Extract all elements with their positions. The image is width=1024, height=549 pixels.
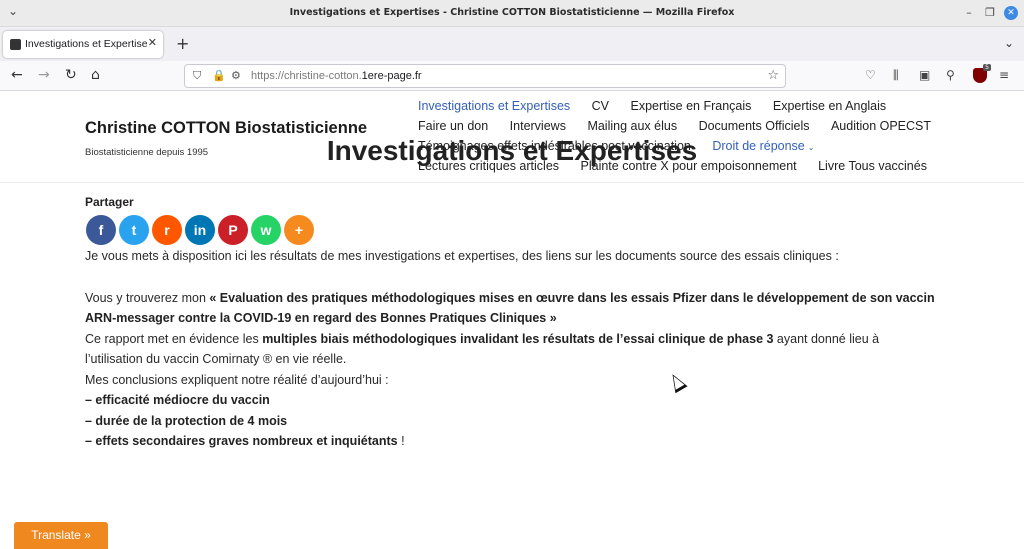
menu-item-interviews[interactable]: Interviews bbox=[510, 119, 566, 133]
article-content: Je vous mets à disposition ici les résul… bbox=[85, 246, 940, 452]
conclusions-text: Mes conclusions expliquent notre réalité… bbox=[85, 372, 389, 387]
conclusion-item: – efficacité médiocre du vaccin bbox=[85, 393, 270, 407]
restore-icon[interactable]: ❐ bbox=[983, 6, 997, 20]
tab-active[interactable]: Investigations et Expertises - Christine… bbox=[3, 31, 163, 58]
window-titlebar: ⌄ Investigations et Expertises - Christi… bbox=[0, 0, 1024, 27]
report-title: « Evaluation des pratiques méthodologiqu… bbox=[85, 290, 935, 326]
facebook-share-button[interactable]: f bbox=[86, 215, 116, 245]
menu-item-don[interactable]: Faire un don bbox=[418, 119, 488, 133]
pocket-icon[interactable]: ♡ bbox=[865, 68, 876, 82]
list-tabs-icon[interactable]: ⌄ bbox=[1004, 36, 1014, 50]
new-tab-button[interactable]: + bbox=[176, 34, 189, 53]
lock-icon[interactable]: 🔒 bbox=[212, 69, 226, 82]
translate-button[interactable]: Translate » bbox=[14, 522, 108, 549]
linkedin-share-button[interactable]: in bbox=[185, 215, 215, 245]
extensions-icon[interactable]: ⚲ bbox=[946, 68, 955, 82]
menu-row: Investigations et Expertises CV Expertis… bbox=[418, 99, 928, 119]
conclusion-item: – effets secondaires graves nombreux et … bbox=[85, 434, 405, 448]
tab-bar: Investigations et Expertises - Christine… bbox=[0, 27, 1024, 61]
navigation-toolbar: ← → ↻ ⌂ ⛉ 🔒 ⚙ https://christine-cotton.1… bbox=[0, 61, 1024, 91]
pinterest-share-button[interactable]: P bbox=[218, 215, 248, 245]
menu-item-mailing[interactable]: Mailing aux élus bbox=[587, 119, 677, 133]
back-icon[interactable]: ← bbox=[11, 67, 23, 83]
permissions-icon[interactable]: ⚙ bbox=[231, 69, 241, 82]
conclusion-item: – durée de la protection de 4 mois bbox=[85, 413, 288, 428]
twitter-share-button[interactable]: t bbox=[119, 215, 149, 245]
tab-label: Investigations et Expertises - Christine… bbox=[25, 38, 147, 50]
library-icon[interactable]: ⫼ bbox=[893, 68, 899, 83]
reload-icon[interactable]: ↻ bbox=[65, 67, 77, 83]
more-share-button[interactable]: + bbox=[284, 215, 314, 245]
menu-item-audition[interactable]: Audition OPECST bbox=[831, 119, 931, 133]
favicon-icon bbox=[10, 39, 21, 50]
whatsapp-share-button[interactable]: w bbox=[251, 215, 281, 245]
url-bar[interactable]: ⛉ 🔒 ⚙ https://christine-cotton.1ere-page… bbox=[184, 64, 786, 88]
report-paragraph: Vous y trouverez mon « Evaluation des pr… bbox=[85, 290, 935, 326]
header-divider bbox=[0, 182, 1024, 183]
window-title: Investigations et Expertises - Christine… bbox=[289, 7, 735, 18]
bias-paragraph: Ce rapport met en évidence les multiples… bbox=[85, 331, 880, 367]
url-text[interactable]: https://christine-cotton.1ere-page.fr bbox=[251, 70, 422, 82]
ublock-icon[interactable]: 5 bbox=[973, 64, 991, 83]
ublock-count-badge: 5 bbox=[983, 64, 991, 71]
minimize-icon[interactable]: – bbox=[962, 6, 976, 20]
reddit-share-button[interactable]: r bbox=[152, 215, 182, 245]
close-window-icon[interactable]: ✕ bbox=[1004, 6, 1018, 20]
menu-item-cv[interactable]: CV bbox=[592, 99, 609, 113]
page-title: Investigations et Expertises bbox=[326, 135, 698, 166]
menu-item-investigations[interactable]: Investigations et Expertises bbox=[418, 99, 570, 113]
tab-close-icon[interactable]: ✕ bbox=[148, 36, 157, 49]
tracking-shield-icon[interactable]: ⛉ bbox=[193, 69, 201, 83]
app-menu-icon[interactable]: ≡ bbox=[999, 68, 1009, 82]
share-label: Partager bbox=[85, 195, 134, 209]
bookmark-star-icon[interactable]: ☆ bbox=[767, 68, 779, 83]
forward-icon[interactable]: → bbox=[38, 67, 50, 83]
home-icon[interactable]: ⌂ bbox=[91, 67, 100, 83]
menu-item-documents[interactable]: Documents Officiels bbox=[699, 119, 810, 133]
intro-text: Je vous mets à disposition ici les résul… bbox=[85, 249, 839, 263]
menu-item-expertise-fr[interactable]: Expertise en Français bbox=[631, 99, 752, 113]
menu-item-expertise-en[interactable]: Expertise en Anglais bbox=[773, 99, 886, 113]
sidebar-icon[interactable]: ▣ bbox=[919, 68, 930, 82]
